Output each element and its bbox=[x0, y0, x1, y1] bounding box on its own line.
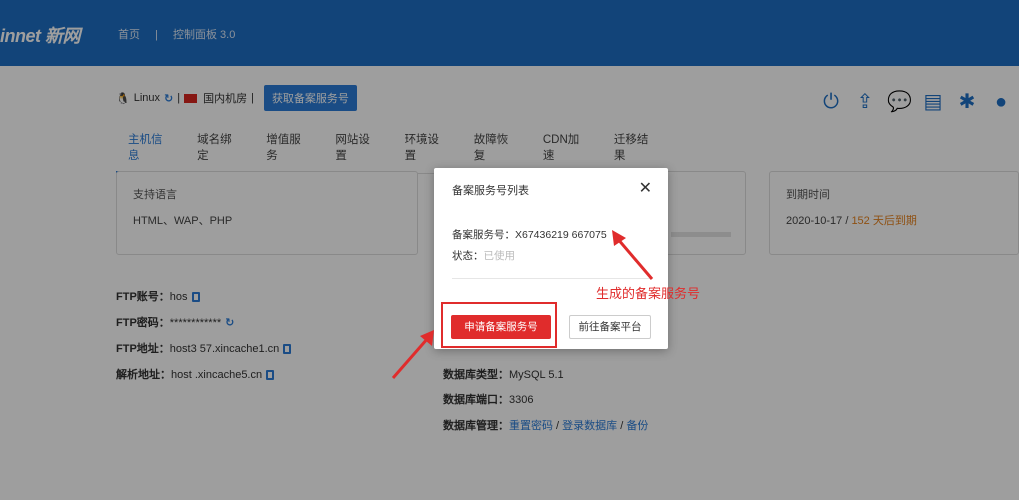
annotation-arrows bbox=[391, 230, 654, 379]
arrow-to-number bbox=[615, 237, 654, 280]
arrow-head-number bbox=[612, 230, 626, 246]
arrow-to-button bbox=[391, 337, 430, 379]
